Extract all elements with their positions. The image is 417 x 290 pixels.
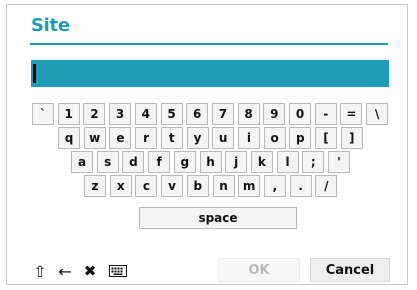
key-2-3[interactable]: f bbox=[148, 151, 171, 173]
key-3-5[interactable]: n bbox=[212, 175, 235, 197]
key-1-2[interactable]: e bbox=[109, 127, 132, 149]
dialog-title: Site bbox=[31, 15, 70, 36]
key-2-6[interactable]: j bbox=[225, 151, 248, 173]
key-1-10[interactable]: [ bbox=[315, 127, 337, 149]
key-0-5[interactable]: 5 bbox=[160, 103, 183, 125]
key-1-9[interactable]: p bbox=[289, 127, 312, 149]
key-0-2[interactable]: 2 bbox=[83, 103, 106, 125]
key-3-4[interactable]: b bbox=[186, 175, 209, 197]
key-0-7[interactable]: 7 bbox=[211, 103, 234, 125]
key-0-13[interactable]: \ bbox=[366, 103, 389, 125]
cancel-button[interactable]: Cancel bbox=[310, 258, 390, 282]
key-1-3[interactable]: r bbox=[135, 127, 158, 149]
key-2-5[interactable]: h bbox=[199, 151, 222, 173]
key-3-1[interactable]: x bbox=[109, 175, 132, 197]
key-3-7[interactable]: , bbox=[263, 175, 286, 197]
key-0-4[interactable]: 4 bbox=[134, 103, 157, 125]
key-0-11[interactable]: - bbox=[314, 103, 337, 125]
key-0-6[interactable]: 6 bbox=[186, 103, 209, 125]
key-2-1[interactable]: s bbox=[96, 151, 119, 173]
key-1-5[interactable]: y bbox=[186, 127, 209, 149]
keyboard-icon[interactable] bbox=[105, 261, 131, 281]
key-2-2[interactable]: d bbox=[122, 151, 145, 173]
key-4-0[interactable]: space bbox=[139, 207, 297, 229]
key-2-4[interactable]: g bbox=[173, 151, 196, 173]
key-3-9[interactable]: / bbox=[315, 175, 338, 197]
key-1-11[interactable]: ] bbox=[340, 127, 363, 149]
key-0-0[interactable]: ` bbox=[32, 103, 54, 125]
key-3-6[interactable]: m bbox=[238, 175, 261, 197]
key-1-4[interactable]: t bbox=[160, 127, 183, 149]
key-0-12[interactable]: = bbox=[340, 103, 363, 125]
key-1-6[interactable]: u bbox=[212, 127, 235, 149]
key-0-1[interactable]: 1 bbox=[57, 103, 80, 125]
key-1-0[interactable]: q bbox=[58, 127, 80, 149]
key-0-8[interactable]: 8 bbox=[237, 103, 260, 125]
key-1-8[interactable]: o bbox=[263, 127, 286, 149]
key-0-3[interactable]: 3 bbox=[109, 103, 132, 125]
text-caret bbox=[33, 64, 36, 83]
shift-icon[interactable]: ⇧ bbox=[31, 261, 49, 281]
key-3-2[interactable]: c bbox=[135, 175, 158, 197]
backspace-icon[interactable]: ← bbox=[54, 261, 76, 281]
key-0-9[interactable]: 9 bbox=[263, 103, 286, 125]
clear-icon[interactable]: ✖ bbox=[81, 261, 99, 281]
title-divider bbox=[30, 43, 388, 45]
key-1-7[interactable]: i bbox=[237, 127, 260, 149]
key-3-8[interactable]: . bbox=[289, 175, 312, 197]
key-0-10[interactable]: 0 bbox=[289, 103, 311, 125]
key-3-3[interactable]: v bbox=[161, 175, 184, 197]
key-2-7[interactable]: k bbox=[250, 151, 273, 173]
key-2-10[interactable]: ' bbox=[328, 151, 350, 173]
site-text-input[interactable] bbox=[31, 60, 389, 87]
ok-button[interactable]: OK bbox=[218, 258, 300, 282]
key-2-9[interactable]: ; bbox=[302, 151, 325, 173]
key-2-0[interactable]: a bbox=[71, 151, 93, 173]
key-1-1[interactable]: w bbox=[83, 127, 106, 149]
key-2-8[interactable]: l bbox=[276, 151, 299, 173]
key-3-0[interactable]: z bbox=[84, 175, 106, 197]
